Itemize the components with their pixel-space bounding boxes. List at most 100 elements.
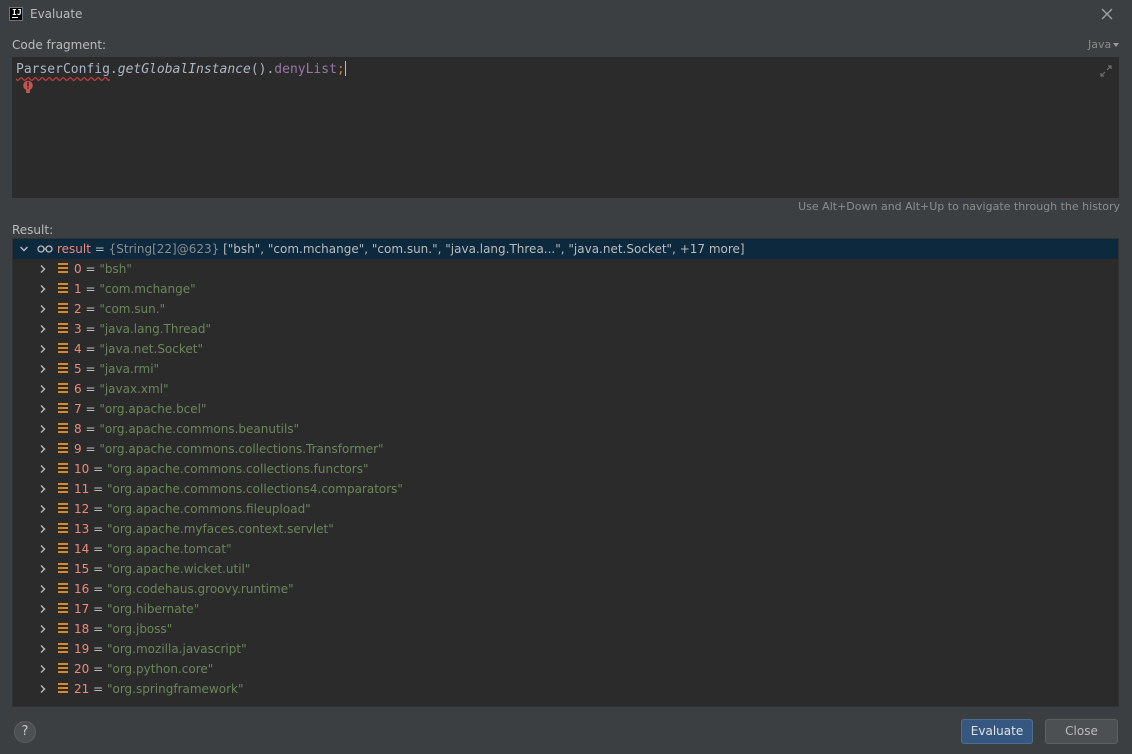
equals-sign: = [81, 402, 100, 416]
array-element-icon [58, 603, 68, 615]
element-value: "com.sun." [99, 302, 166, 316]
code-editor[interactable]: ParserConfig.getGlobalInstance().denyLis… [12, 57, 1119, 198]
tree-row[interactable]: 3 = "java.lang.Thread" [13, 319, 1118, 339]
equals-sign: = [89, 502, 107, 516]
tree-row[interactable]: 6 = "javax.xml" [13, 379, 1118, 399]
chevron-down-icon[interactable] [19, 244, 29, 254]
chevron-right-icon[interactable] [38, 564, 48, 574]
element-index: 14 [74, 542, 90, 556]
equals-sign: = [81, 342, 100, 356]
tree-row[interactable]: 13 = "org.apache.myfaces.context.servlet… [13, 519, 1118, 539]
help-button[interactable]: ? [14, 721, 36, 743]
element-value: "com.mchange" [99, 282, 196, 296]
result-root-row[interactable]: result = {String[22]@623} ["bsh", "com.m… [13, 239, 1118, 259]
chevron-right-icon[interactable] [38, 324, 48, 334]
chevron-right-icon[interactable] [38, 524, 48, 534]
element-index: 19 [74, 642, 90, 656]
tree-row[interactable]: 19 = "org.mozilla.javascript" [13, 639, 1118, 659]
chevron-right-icon[interactable] [38, 484, 48, 494]
element-value: "org.apache.commons.collections.functors… [106, 462, 369, 476]
array-element-icon [58, 583, 68, 595]
close-icon[interactable] [1099, 6, 1115, 22]
tree-row-text: 20 = "org.python.core" [74, 662, 213, 676]
code-class-name: ParserConfig [16, 62, 110, 77]
language-label: Java [1088, 38, 1112, 51]
tree-row[interactable]: 21 = "org.springframework" [13, 679, 1118, 699]
element-value: "javax.xml" [99, 382, 169, 396]
array-element-icon [58, 683, 68, 695]
tree-row[interactable]: 5 = "java.rmi" [13, 359, 1118, 379]
element-index: 8 [74, 422, 82, 436]
tree-row-text: 4 = "java.net.Socket" [74, 342, 203, 356]
element-value: "org.jboss" [106, 622, 173, 636]
error-bulb-icon[interactable] [22, 80, 34, 94]
chevron-right-icon[interactable] [38, 364, 48, 374]
chevron-right-icon[interactable] [38, 624, 48, 634]
tree-row[interactable]: 11 = "org.apache.commons.collections4.co… [13, 479, 1118, 499]
chevron-right-icon[interactable] [38, 684, 48, 694]
chevron-right-icon[interactable] [38, 464, 48, 474]
tree-row[interactable]: 15 = "org.apache.wicket.util" [13, 559, 1118, 579]
chevron-right-icon[interactable] [38, 344, 48, 354]
chevron-right-icon[interactable] [38, 644, 48, 654]
tree-row[interactable]: 8 = "org.apache.commons.beanutils" [13, 419, 1118, 439]
tree-row[interactable]: 10 = "org.apache.commons.collections.fun… [13, 459, 1118, 479]
tree-row-text: 2 = "com.sun." [74, 302, 165, 316]
tree-row-text: 13 = "org.apache.myfaces.context.servlet… [74, 522, 334, 536]
chevron-right-icon[interactable] [38, 424, 48, 434]
array-element-icon [58, 283, 68, 295]
tree-row[interactable]: 20 = "org.python.core" [13, 659, 1118, 679]
tree-row-text: 19 = "org.mozilla.javascript" [74, 642, 247, 656]
equals-sign: = [89, 482, 107, 496]
watch-glasses-icon [37, 245, 53, 253]
tree-row[interactable]: 14 = "org.apache.tomcat" [13, 539, 1118, 559]
array-element-icon [58, 343, 68, 355]
tree-row[interactable]: 12 = "org.apache.commons.fileupload" [13, 499, 1118, 519]
code-line[interactable]: ParserConfig.getGlobalInstance().denyLis… [16, 61, 346, 79]
code-dot: . [109, 62, 118, 77]
close-button[interactable]: Close [1045, 719, 1118, 744]
chevron-right-icon[interactable] [38, 444, 48, 454]
tree-row[interactable]: 0 = "bsh" [13, 259, 1118, 279]
expand-editor-icon[interactable] [1100, 65, 1112, 77]
element-value: "org.apache.tomcat" [106, 542, 232, 556]
result-type: {String[22]@623} [108, 242, 224, 256]
tree-row[interactable]: 9 = "org.apache.commons.collections.Tran… [13, 439, 1118, 459]
tree-row[interactable]: 4 = "java.net.Socket" [13, 339, 1118, 359]
chevron-right-icon[interactable] [38, 304, 48, 314]
chevron-right-icon[interactable] [38, 604, 48, 614]
language-dropdown[interactable]: Java [1088, 38, 1120, 51]
tree-row-text: 6 = "javax.xml" [74, 382, 169, 396]
chevron-right-icon[interactable] [38, 664, 48, 674]
chevron-right-icon[interactable] [38, 504, 48, 514]
chevron-right-icon[interactable] [38, 404, 48, 414]
element-index: 4 [74, 342, 82, 356]
array-element-icon [58, 663, 68, 675]
tree-row-text: 11 = "org.apache.commons.collections4.co… [74, 482, 403, 496]
tree-row-text: 18 = "org.jboss" [74, 622, 172, 636]
chevron-right-icon[interactable] [38, 264, 48, 274]
chevron-right-icon[interactable] [38, 284, 48, 294]
tree-row[interactable]: 18 = "org.jboss" [13, 619, 1118, 639]
chevron-right-icon[interactable] [38, 384, 48, 394]
tree-row[interactable]: 2 = "com.sun." [13, 299, 1118, 319]
equals-sign: = [89, 462, 107, 476]
element-index: 12 [74, 502, 90, 516]
tree-row-text: 1 = "com.mchange" [74, 282, 196, 296]
code-field-name: denyList [274, 62, 337, 77]
element-value: "org.apache.commons.beanutils" [99, 422, 300, 436]
evaluate-button[interactable]: Evaluate [961, 719, 1033, 744]
code-fragment-label: Code fragment: [12, 38, 107, 52]
result-tree[interactable]: result = {String[22]@623} ["bsh", "com.m… [12, 238, 1119, 707]
chevron-right-icon[interactable] [38, 584, 48, 594]
element-index: 1 [74, 282, 82, 296]
equals-sign: = [89, 642, 107, 656]
chevron-right-icon[interactable] [38, 544, 48, 554]
tree-row[interactable]: 17 = "org.hibernate" [13, 599, 1118, 619]
tree-row[interactable]: 1 = "com.mchange" [13, 279, 1118, 299]
code-method-name: getGlobalInstance [117, 62, 251, 77]
tree-row[interactable]: 7 = "org.apache.bcel" [13, 399, 1118, 419]
tree-row[interactable]: 16 = "org.codehaus.groovy.runtime" [13, 579, 1118, 599]
caret-down-icon [1113, 43, 1120, 47]
window-title: Evaluate [30, 7, 83, 21]
